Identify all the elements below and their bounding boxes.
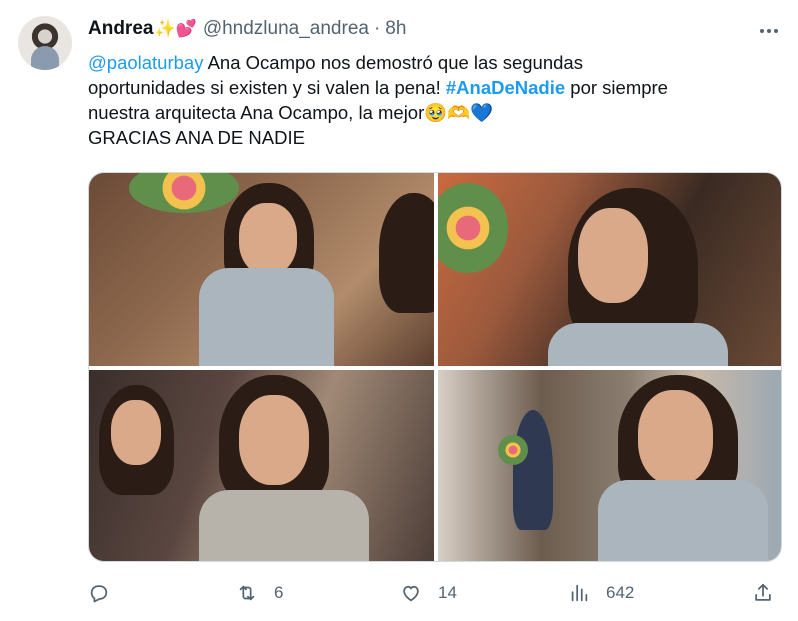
tweet-header: Andrea ✨💕 @hndzluna_andrea · 8h (88, 16, 406, 42)
user-handle[interactable]: @hndzluna_andrea (203, 18, 369, 40)
photo-1[interactable] (89, 173, 434, 366)
photo-2[interactable] (438, 173, 781, 366)
hashtag-link[interactable]: #AnaDeNadie (446, 77, 565, 98)
media-grid (88, 172, 782, 562)
reply-button[interactable] (88, 578, 126, 608)
retweet-button[interactable]: 6 (236, 578, 283, 608)
timestamp[interactable]: 8h (385, 18, 406, 40)
tweet-actions: 6 14 642 (88, 578, 782, 608)
text-line1: Ana Ocampo nos demostró que las segundas (203, 52, 583, 73)
views-button[interactable]: 642 (568, 578, 634, 608)
like-count: 14 (438, 583, 457, 602)
text-emojis: 🥹🫶💙 (424, 102, 494, 123)
views-count: 642 (606, 583, 635, 602)
avatar[interactable] (18, 16, 72, 70)
retweet-count: 6 (274, 583, 284, 602)
mention-link[interactable]: @paolaturbay (88, 52, 203, 73)
tweet-text: @paolaturbay Ana Ocampo nos demostró que… (88, 50, 768, 150)
text-line2-end: por siempre (565, 77, 668, 98)
photo-3[interactable] (89, 370, 434, 561)
share-button[interactable] (752, 578, 774, 608)
share-icon (755, 583, 771, 601)
text-line4: GRACIAS ANA DE NADIE (88, 127, 305, 148)
name-emojis: ✨💕 (154, 19, 197, 38)
more-options-icon[interactable] (756, 20, 782, 42)
text-line3: nuestra arquitecta Ana Ocampo, la mejor (88, 102, 425, 123)
retweet-icon (239, 585, 255, 601)
heart-icon (403, 585, 419, 602)
tweet: Andrea ✨💕 @hndzluna_andrea · 8h @paolatu… (0, 0, 798, 621)
separator-dot: · (373, 18, 381, 39)
photo-4[interactable] (438, 370, 781, 561)
display-name[interactable]: Andrea (88, 18, 153, 40)
like-button[interactable]: 14 (400, 578, 457, 608)
views-icon (571, 584, 588, 602)
text-line2-start: oportunidades si existen y si valen la p… (88, 77, 446, 98)
reply-icon (90, 585, 108, 603)
